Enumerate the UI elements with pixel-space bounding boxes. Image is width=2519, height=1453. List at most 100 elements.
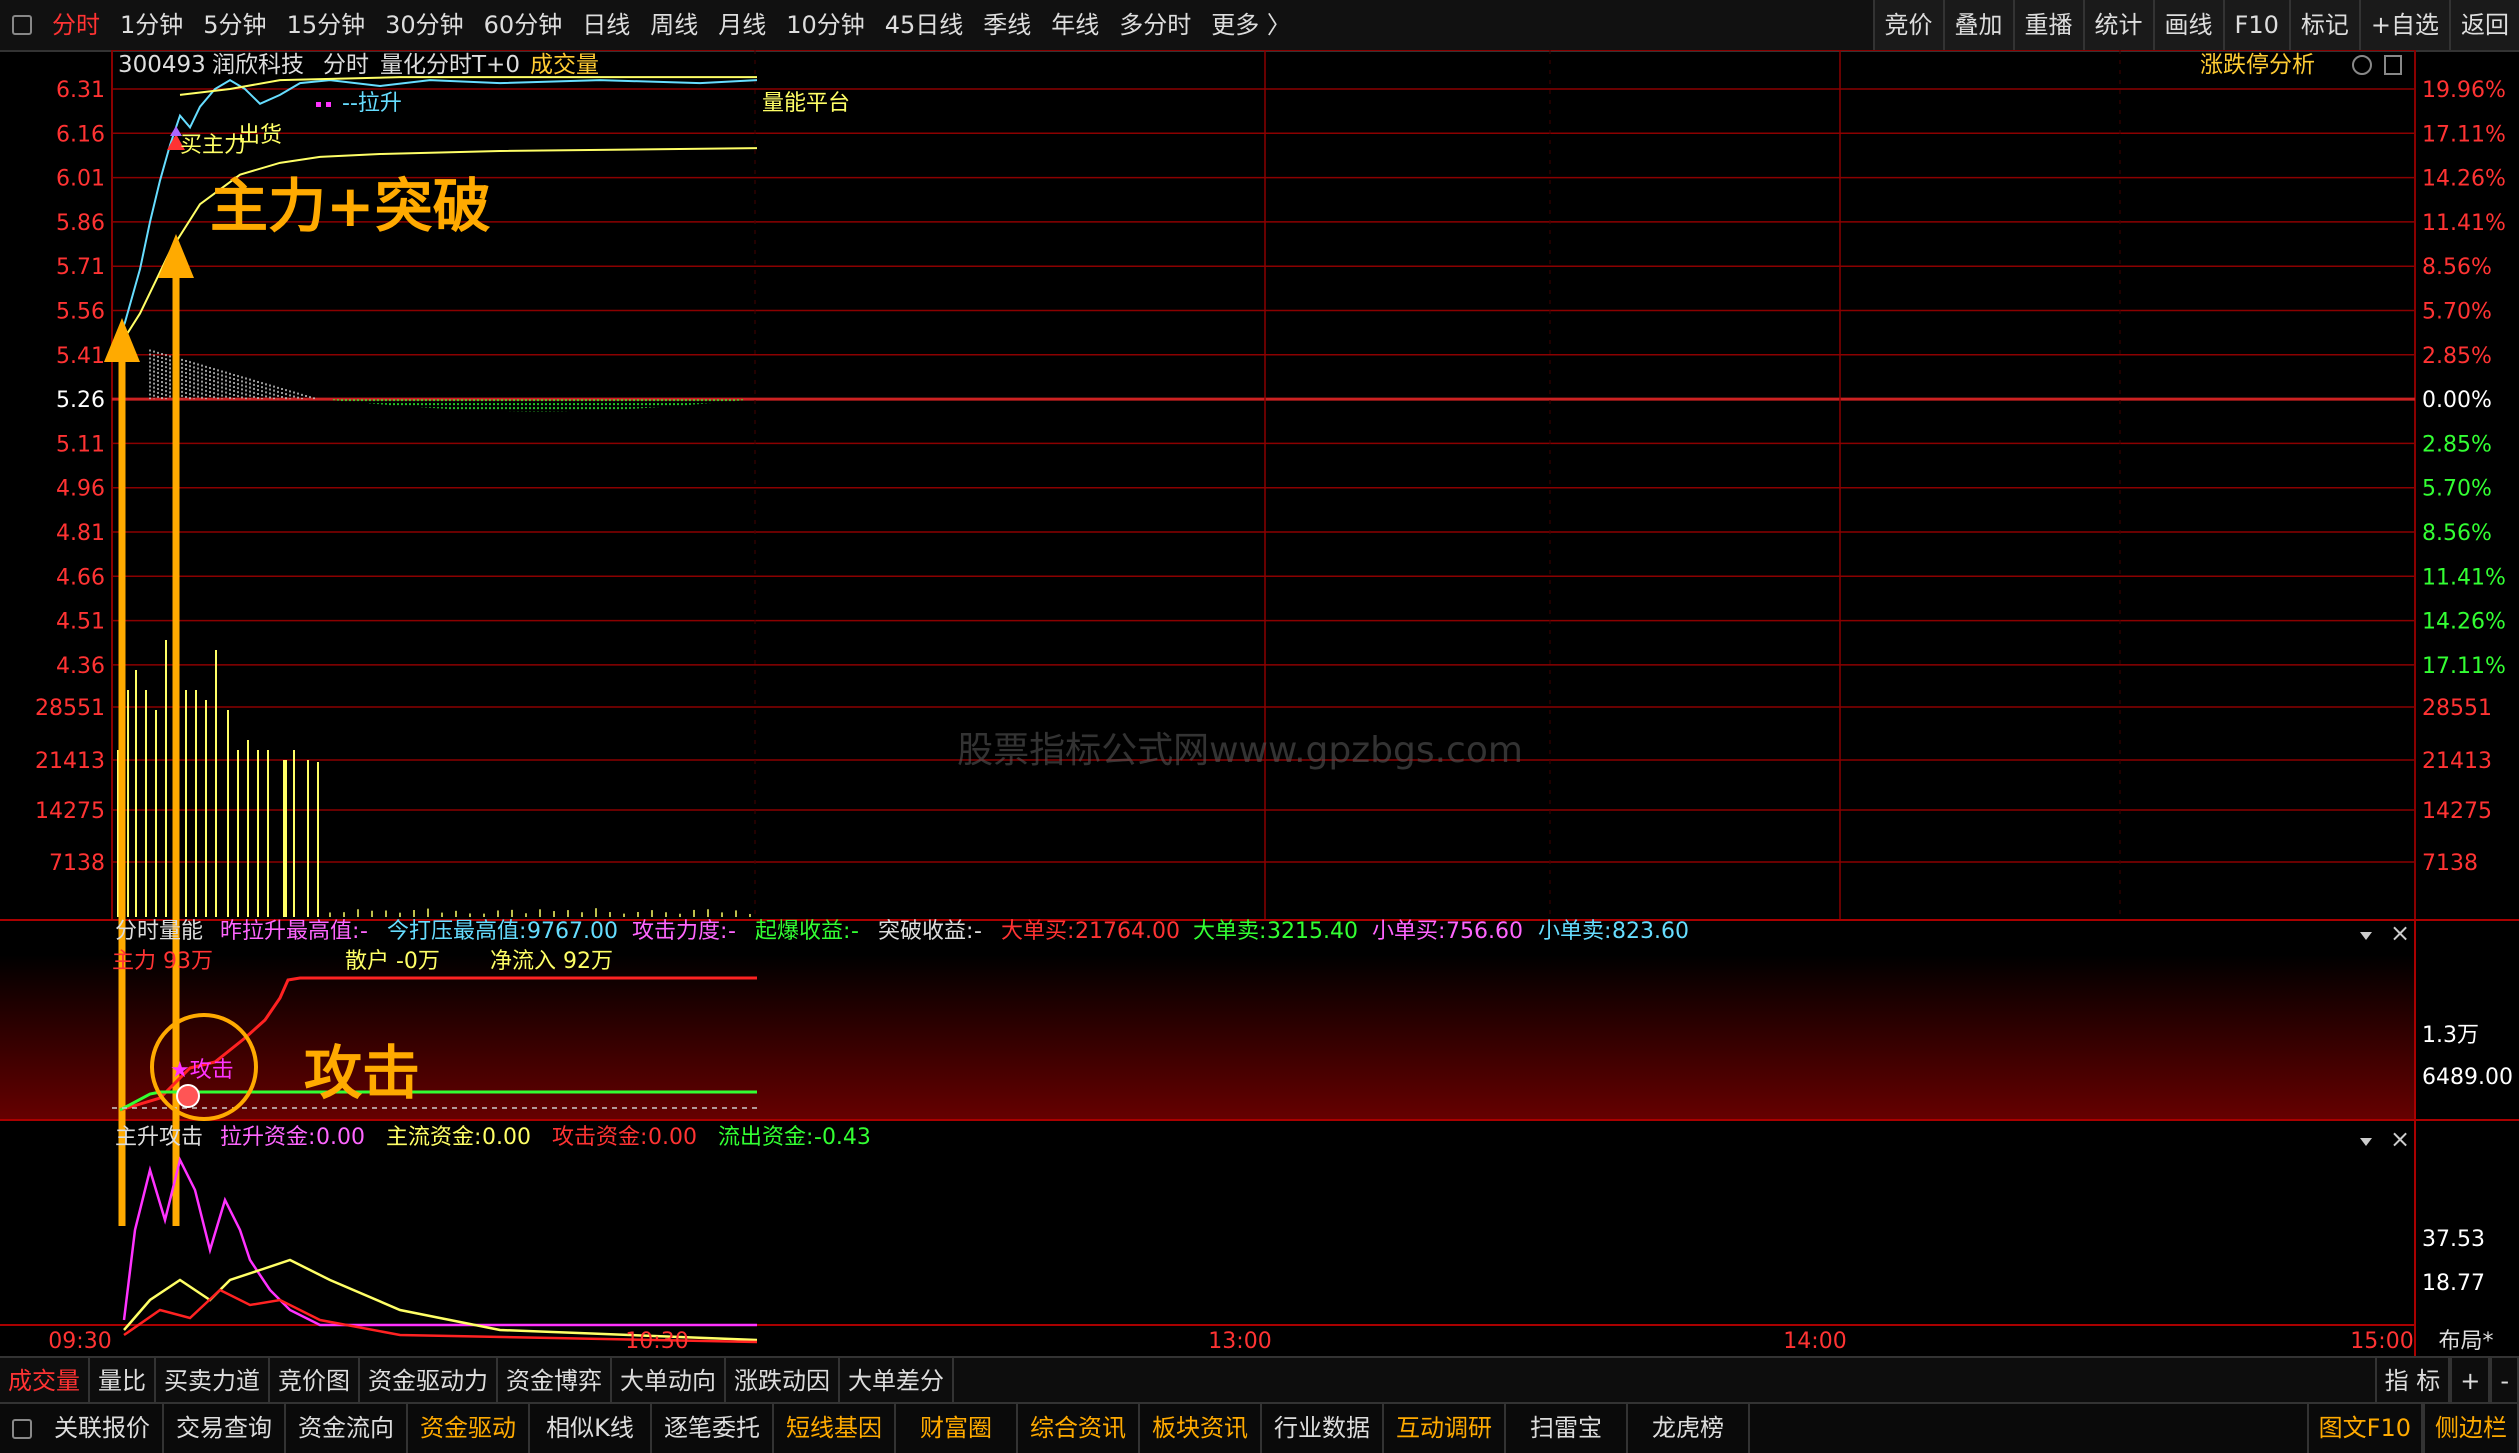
price-tick-left: 6.31: [56, 78, 105, 103]
tabs-right-0[interactable]: 指 标: [2375, 1358, 2451, 1404]
lashen-fund-line: [124, 1160, 757, 1325]
timeframe-10[interactable]: 45日线: [875, 0, 974, 50]
panel2-label-1: 主流资金:: [386, 1125, 481, 1150]
timeframe-13[interactable]: 多分时: [1109, 0, 1201, 50]
bottom-tab-list: 关联报价 交易查询 资金流向 资金驱动 相似K线 逐笔委托 短线基因 财富圈 综合资讯 板块资讯行…: [42, 1404, 1750, 1453]
panel1-label-1: 今打压最高值:: [387, 919, 526, 944]
timeframe-6[interactable]: 日线: [572, 0, 640, 50]
volume-tick-left: 7138: [49, 851, 105, 876]
pct-tick-right: 0.00%: [2422, 388, 2492, 413]
time-tick-0: 09:30: [48, 1329, 111, 1354]
watermark-layer: 股票指标公式网www.gpzbgs.com: [957, 730, 1523, 771]
bottom-tab-5[interactable]: 逐笔委托: [652, 1404, 774, 1453]
timeframe-1[interactable]: 1分钟: [110, 0, 193, 50]
pct-tick-right: 19.96%: [2422, 78, 2506, 103]
price-tick-left: 5.71: [56, 255, 105, 280]
bottom-tab-6[interactable]: 短线基因: [774, 1404, 896, 1453]
stock-code: 300493: [118, 52, 206, 78]
window-icon[interactable]: [2385, 56, 2401, 74]
sell-label: 出货: [238, 123, 282, 148]
toolbar-button-8[interactable]: 返回: [2449, 0, 2519, 50]
pct-tick-right: 14.26%: [2422, 167, 2506, 192]
toolbar-button-6[interactable]: 标记: [2289, 0, 2359, 50]
volume-tick-right: 28551: [2422, 696, 2492, 721]
bottom-right-0[interactable]: 图文F10: [2307, 1404, 2423, 1453]
bottom-tab-0[interactable]: 关联报价: [42, 1404, 164, 1453]
dropdown-icon[interactable]: [2360, 1138, 2372, 1146]
price-tick-left: 4.51: [56, 610, 105, 635]
timeframe-11[interactable]: 季线: [973, 0, 1041, 50]
indicator-tab-4[interactable]: 资金驱动力: [360, 1358, 498, 1404]
indicator-tab-6[interactable]: 大单动向: [612, 1358, 726, 1404]
main-fund-line: [124, 1260, 757, 1340]
buy-main-label: 买主力: [180, 133, 246, 158]
volume-tick-left: 14275: [35, 799, 105, 824]
pct-tick-right: 17.11%: [2422, 654, 2506, 679]
bottom-tab-1[interactable]: 交易查询: [164, 1404, 286, 1453]
timeframe-0[interactable]: 分时: [42, 0, 110, 50]
toolbar-button-0[interactable]: 竞价: [1873, 0, 1943, 50]
price-tick-left: 5.56: [56, 300, 105, 325]
toolbar-button-2[interactable]: 重播: [2013, 0, 2083, 50]
timeframe-7[interactable]: 周线: [640, 0, 708, 50]
timeframe-3[interactable]: 15分钟: [277, 0, 376, 50]
timeframe-12[interactable]: 年线: [1041, 0, 1109, 50]
indicator-tab-2[interactable]: 买卖力道: [156, 1358, 270, 1404]
toolbar-button-3[interactable]: 统计: [2083, 0, 2153, 50]
indicator-tab-8[interactable]: 大单差分: [840, 1358, 954, 1404]
indicator-tab-0[interactable]: 成交量: [0, 1358, 90, 1404]
close-icon: ×: [2390, 919, 2410, 947]
panel2-axis-0: 37.53: [2422, 1227, 2485, 1252]
panel1-axis-0: 1.3万: [2422, 1023, 2479, 1048]
panel1-label-5: 大单买:: [1001, 919, 1074, 944]
bottom-right-1[interactable]: 侧边栏: [2423, 1404, 2519, 1453]
bottom-tab-11[interactable]: 互动调研: [1384, 1404, 1506, 1453]
timeframe-14[interactable]: 更多 〉: [1201, 0, 1301, 50]
bottom-tab-13[interactable]: 龙虎榜: [1628, 1404, 1750, 1453]
tabs-right-1[interactable]: +: [2450, 1358, 2490, 1404]
bottom-tab-2[interactable]: 资金流向: [286, 1404, 408, 1453]
arrow-up-icon[interactable]: [2353, 56, 2371, 74]
timeframe-8[interactable]: 月线: [708, 0, 776, 50]
indicator-tab-3[interactable]: 竞价图: [270, 1358, 360, 1404]
timeframe-4[interactable]: 30分钟: [375, 0, 474, 50]
bottom-tab-8[interactable]: 综合资讯: [1018, 1404, 1140, 1453]
toolbar-button-4[interactable]: 画线: [2153, 0, 2223, 50]
volume-tick-right: 21413: [2422, 749, 2492, 774]
bottom-tab-12[interactable]: 扫雷宝: [1506, 1404, 1628, 1453]
indicator-name: 量化分时T+0: [380, 52, 520, 78]
timeframe-5[interactable]: 60分钟: [474, 0, 573, 50]
panel2-value-1: 0.00: [482, 1125, 531, 1150]
panel2-title: 主升攻击: [115, 1125, 203, 1150]
tabs-right: 指 标 + -: [2375, 1358, 2519, 1404]
panel1-label-0: 昨拉升最高值:: [220, 919, 359, 944]
price-tick-left: 4.36: [56, 654, 105, 679]
indicator-tab-7[interactable]: 涨跌动因: [726, 1358, 840, 1404]
breakout-annotation: 主力+突破: [210, 172, 491, 240]
toolbar-button-5[interactable]: F10: [2223, 0, 2289, 50]
bottom-tab-7[interactable]: 财富圈: [896, 1404, 1018, 1453]
toolbar-button-1[interactable]: 叠加: [1943, 0, 2013, 50]
indicator-tab-5[interactable]: 资金博弈: [498, 1358, 612, 1404]
panel2-label-0: 拉升资金:: [220, 1125, 315, 1150]
menu-square-icon[interactable]: [12, 15, 32, 35]
stock-name: 润欣科技: [212, 52, 304, 78]
panel2-value-3: -0.43: [814, 1125, 871, 1150]
bottom-tab-4[interactable]: 相似K线: [530, 1404, 652, 1453]
bottom-square-icon[interactable]: [12, 1419, 32, 1439]
timeframe-2[interactable]: 5分钟: [193, 0, 276, 50]
intraday-chart[interactable]: 股票指标公式网www.gpzbgs.com 6.31 19.96% 6.16 17.1…: [0, 50, 2519, 1356]
toolbar-button-7[interactable]: +自选: [2359, 0, 2449, 50]
time-tick-3: 14:00: [1783, 1329, 1846, 1354]
bottom-tab-3[interactable]: 资金驱动: [408, 1404, 530, 1453]
bottom-tab-10[interactable]: 行业数据: [1262, 1404, 1384, 1453]
tabs-right-2[interactable]: -: [2490, 1358, 2519, 1404]
panel1-label-6: 大单卖:: [1193, 919, 1266, 944]
panel1-axis-1: 6489.00: [2422, 1065, 2513, 1090]
legend-dot: [326, 102, 331, 107]
dropdown-icon[interactable]: [2360, 932, 2372, 940]
timeframe-9[interactable]: 10分钟: [776, 0, 875, 50]
pct-tick-right: 8.56%: [2422, 521, 2492, 546]
indicator-tab-1[interactable]: 量比: [90, 1358, 156, 1404]
bottom-tab-9[interactable]: 板块资讯: [1140, 1404, 1262, 1453]
